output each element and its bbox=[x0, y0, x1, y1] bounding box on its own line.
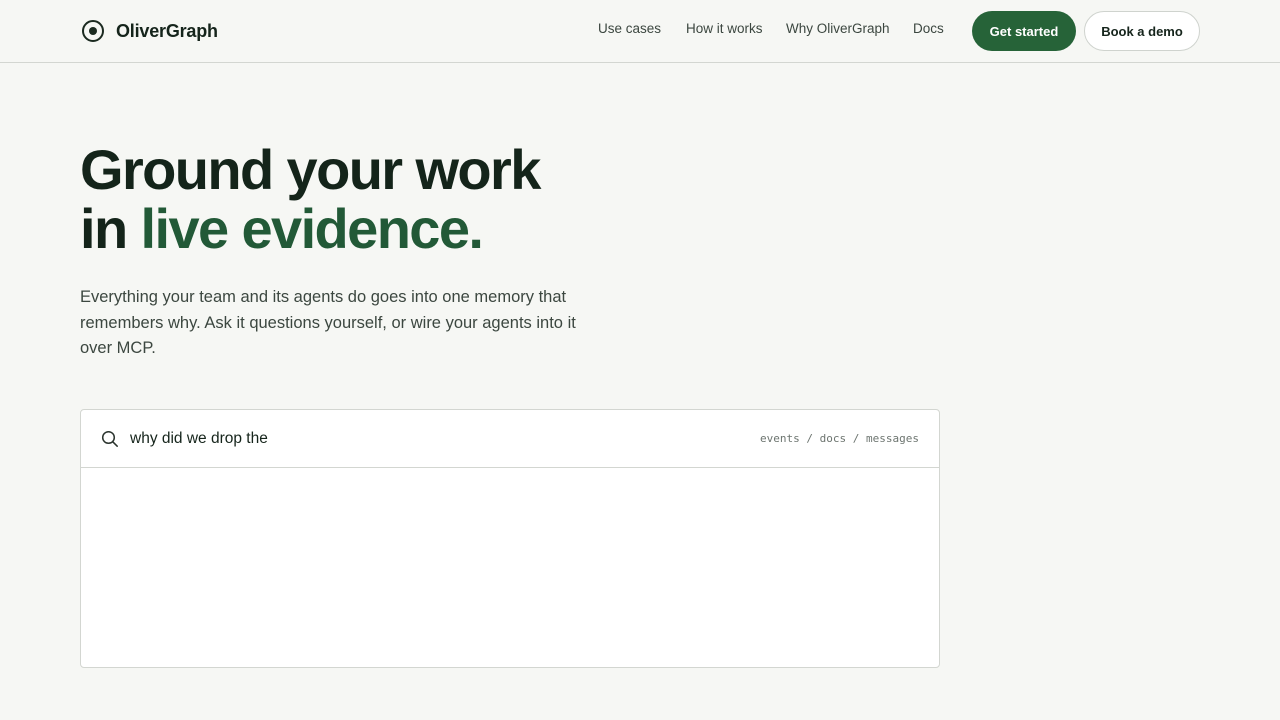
hero-subtitle: Everything your team and its agents do g… bbox=[80, 288, 576, 357]
hero-title-accent: live evidence. bbox=[140, 197, 484, 260]
book-demo-button[interactable]: Book a demo bbox=[1084, 11, 1200, 51]
search-icon bbox=[101, 430, 118, 447]
brand-logo[interactable]: OliverGraph bbox=[82, 20, 218, 42]
top-navigation: OliverGraph Use cases How it works Why O… bbox=[0, 0, 1280, 63]
hero-title-line2-prefix: in bbox=[80, 197, 141, 260]
nav-item-use-cases[interactable]: Use cases bbox=[598, 21, 661, 36]
nav-item-how-it-works[interactable]: How it works bbox=[686, 21, 763, 36]
target-icon bbox=[82, 20, 104, 42]
nav-item-docs[interactable]: Docs bbox=[913, 21, 944, 36]
search-input[interactable] bbox=[130, 428, 730, 450]
search-results-area bbox=[81, 468, 939, 667]
get-started-button[interactable]: Get started bbox=[972, 11, 1076, 51]
search-scope-label: events / docs / messages bbox=[760, 432, 919, 445]
search-bar: events / docs / messages bbox=[81, 410, 939, 468]
hero-title: Ground your work in live evidence. bbox=[80, 140, 720, 258]
hero-title-line1: Ground your work bbox=[80, 138, 541, 201]
nav-item-why-olivergraph[interactable]: Why OliverGraph bbox=[786, 21, 890, 36]
search-panel: events / docs / messages bbox=[80, 409, 940, 668]
brand-name: OliverGraph bbox=[116, 20, 218, 41]
